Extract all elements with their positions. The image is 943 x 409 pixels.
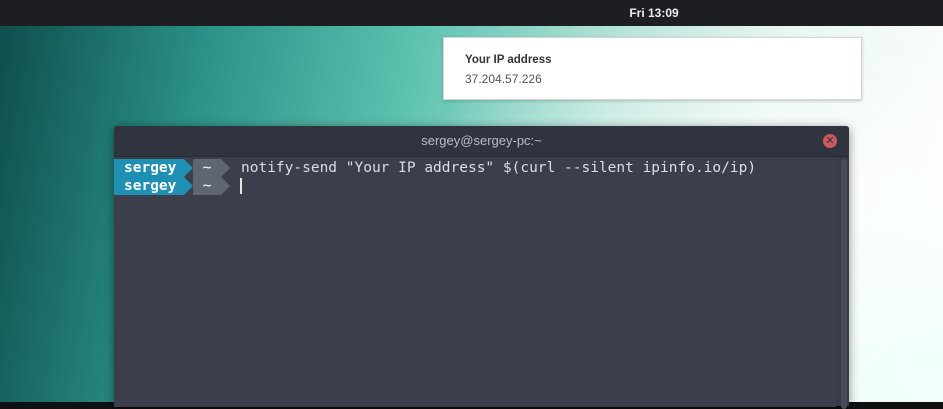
text-cursor — [240, 178, 242, 194]
terminal-titlebar[interactable]: sergey@sergey-pc:~ ✕ — [114, 126, 849, 157]
terminal-content[interactable]: sergey ~ notify-send "Your IP address" $… — [114, 157, 836, 407]
prompt-directory: ~ — [193, 159, 221, 177]
notification-title: Your IP address — [465, 54, 552, 66]
clock[interactable]: Fri 13:09 — [0, 0, 943, 26]
prompt-user-arrow — [184, 177, 193, 195]
terminal-scrollbar[interactable] — [841, 159, 847, 409]
notification-popup[interactable]: Your IP address 37.204.57.226 — [443, 37, 862, 100]
terminal-line: sergey ~ notify-send "Your IP address" $… — [114, 159, 756, 177]
terminal-line: sergey ~ — [114, 177, 242, 195]
top-panel: Fri 13:09 — [0, 0, 943, 26]
prompt-user: sergey — [114, 177, 184, 195]
notification-body: 37.204.57.226 — [465, 72, 542, 86]
prompt-directory: ~ — [193, 177, 221, 195]
prompt-user-arrow — [184, 159, 193, 177]
close-icon[interactable]: ✕ — [823, 134, 837, 148]
prompt-directory-arrow — [221, 159, 230, 177]
prompt-user: sergey — [114, 159, 184, 177]
terminal-title: sergey@sergey-pc:~ — [421, 133, 542, 148]
command-text: notify-send "Your IP address" $(curl --s… — [241, 160, 757, 176]
prompt-directory-arrow — [221, 177, 230, 195]
terminal-window[interactable]: sergey@sergey-pc:~ ✕ sergey ~ notify-sen… — [114, 126, 849, 409]
